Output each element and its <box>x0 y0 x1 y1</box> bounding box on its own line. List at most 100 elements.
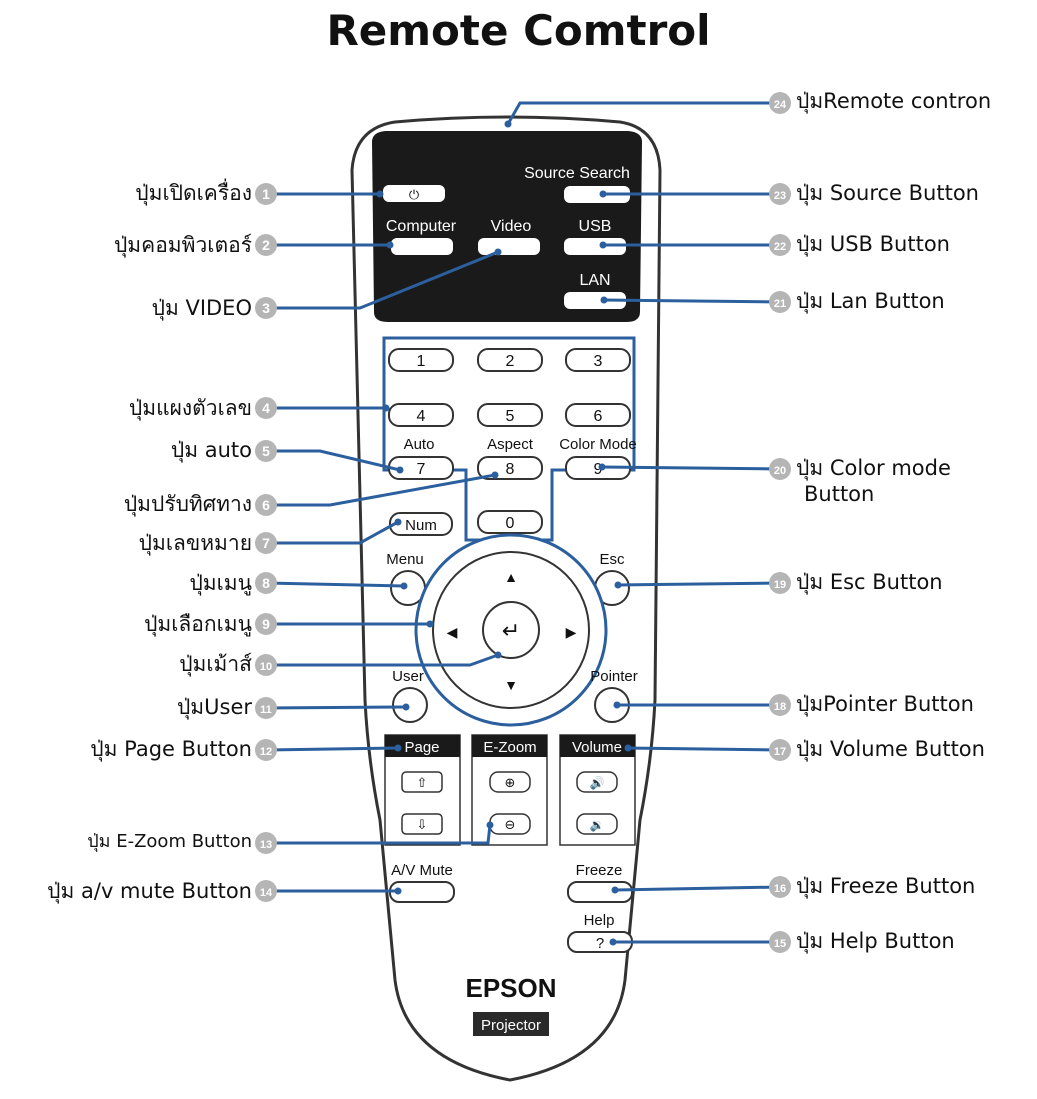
projector-badge-label: Projector <box>481 1017 541 1034</box>
digit-key-label: 0 <box>506 515 515 532</box>
user-label: User <box>392 668 424 685</box>
callout-label-20: ปุ่ม Color mode Button <box>796 455 951 507</box>
callout-badge-13: 13 <box>255 832 277 854</box>
volume-down-icon: 🔉 <box>590 818 605 832</box>
leader-dot-22 <box>599 241 607 249</box>
help-key-label: ? <box>596 935 604 952</box>
leader-line-20 <box>601 465 781 471</box>
digit-key-5: 5 <box>477 403 543 427</box>
callout-label-line: ปุ่มเลือกเมนู <box>144 612 252 636</box>
leader-dot-17 <box>624 744 632 752</box>
callout-badge-18: 18 <box>769 694 791 716</box>
freeze-button <box>567 881 633 903</box>
leader-line-21 <box>603 298 781 304</box>
callout-label-8: ปุ่มเมนู <box>189 570 252 596</box>
digit-key-label: 6 <box>594 408 603 425</box>
leader-dot-6 <box>491 471 499 479</box>
callout-badge-24: 24 <box>769 92 791 114</box>
callout-number-7: 7 <box>262 535 270 551</box>
callout-badge-19: 19 <box>769 572 791 594</box>
volume-up-icon: 🔊 <box>590 775 605 790</box>
callout-number-5: 5 <box>262 443 270 459</box>
help-label: Help <box>584 912 615 929</box>
leader-dot-3 <box>494 248 502 256</box>
callout-number-10: 10 <box>260 661 272 673</box>
right-arrow-icon: ▶ <box>566 624 577 640</box>
callout-badge-22: 22 <box>769 234 791 256</box>
callout-badge-14: 14 <box>255 880 277 902</box>
leader-dot-2 <box>386 241 394 249</box>
callout-number-18: 18 <box>774 701 786 713</box>
callout-label-19: ปุ่ม Esc Button <box>796 569 943 595</box>
esc-label: Esc <box>599 551 625 568</box>
callout-label-24: ปุ่มRemote contron <box>796 88 991 114</box>
callout-number-16: 16 <box>774 883 786 895</box>
callout-label-12: ปุ่ม Page Button <box>90 736 252 762</box>
callout-badge-1: 1 <box>255 183 277 205</box>
callout-badge-15: 15 <box>769 931 791 953</box>
digit-key-label: 1 <box>417 353 426 370</box>
callout-badge-5: 5 <box>255 440 277 462</box>
callout-number-20: 20 <box>774 465 786 477</box>
callout-label-6: ปุ่มปรับทิศทาง <box>124 491 252 517</box>
num-label: Num <box>405 517 437 534</box>
video-button <box>478 238 540 255</box>
callout-label-1: ปุ่มเปิดเครื่อง <box>135 180 252 206</box>
callout-number-19: 19 <box>774 579 786 591</box>
digit-key-label: 5 <box>506 408 515 425</box>
callout-badge-7: 7 <box>255 532 277 554</box>
digit-key-label: 7 <box>417 461 426 478</box>
callout-label-line: ปุ่ม USB Button <box>796 232 950 256</box>
callout-label-4: ปุ่มแผงตัวเลข <box>129 395 252 421</box>
leader-dot-19 <box>614 581 622 589</box>
callout-label-line: ปุ่ม Lan Button <box>796 289 945 313</box>
callout-label-line: ปุ่มปรับทิศทาง <box>123 492 252 516</box>
callout-label-line: ปุ่มเม้าส์ <box>179 652 252 676</box>
callout-label-7: ปุ่มเลขหมาย <box>139 530 252 556</box>
digit-key-1: 1 <box>388 348 454 372</box>
callout-label-line: ปุ่ม auto <box>170 438 252 462</box>
enter-icon: ↵ <box>502 618 520 643</box>
callout-label-22: ปุ่ม USB Button <box>796 231 950 257</box>
callout-number-15: 15 <box>774 938 786 950</box>
callout-label-line: ปุ่ม Help Button <box>796 929 955 953</box>
callout-label-line: ปุ่มเปิดเครื่อง <box>135 181 252 205</box>
callout-badge-8: 8 <box>255 572 277 594</box>
callout-number-11: 11 <box>260 704 272 716</box>
lan-label: LAN <box>579 272 610 289</box>
callout-number-24: 24 <box>774 99 787 111</box>
aspect-label: Aspect <box>487 436 534 453</box>
callout-badge-20: 20 <box>769 458 791 480</box>
digit-key-3: 3 <box>565 348 631 372</box>
callout-label-13: ปุ่ม E-Zoom Button <box>87 829 252 855</box>
page-label: Page <box>404 739 439 756</box>
callout-number-17: 17 <box>774 746 786 758</box>
callout-badge-2: 2 <box>255 234 277 256</box>
callout-label-5: ปุ่ม auto <box>171 437 252 463</box>
leader-dot-12 <box>394 744 402 752</box>
callout-label-line: Button <box>804 482 875 506</box>
leader-dot-9 <box>426 620 434 628</box>
leader-dot-1 <box>376 190 384 198</box>
pointer-label: Pointer <box>590 668 638 685</box>
digit-key-label: 3 <box>594 353 603 370</box>
callout-badge-9: 9 <box>255 613 277 635</box>
callout-label-line: ปุ่ม Esc Button <box>796 570 943 594</box>
down-arrow-icon: ▼ <box>504 677 518 693</box>
callout-label-line: ปุ่ม Source Button <box>796 181 979 205</box>
callout-number-22: 22 <box>774 241 786 253</box>
leader-dot-24 <box>504 120 512 128</box>
callout-number-13: 13 <box>260 839 272 851</box>
callout-label-line: ปุ่ม Freeze Button <box>796 874 976 898</box>
leader-dot-14 <box>394 887 402 895</box>
zoom-in-icon: ⊕ <box>505 775 516 790</box>
callout-label-line: ปุ่มPointer Button <box>796 692 974 716</box>
callout-badge-11: 11 <box>255 697 277 719</box>
callout-label-16: ปุ่ม Freeze Button <box>796 873 975 899</box>
callout-number-12: 12 <box>260 746 272 758</box>
callout-badge-23: 23 <box>769 183 791 205</box>
leader-dot-11 <box>402 703 410 711</box>
callout-label-line: ปุ่ม Volume Button <box>796 737 985 761</box>
callout-label-23: ปุ่ม Source Button <box>796 180 979 206</box>
leader-line-11 <box>265 705 407 710</box>
